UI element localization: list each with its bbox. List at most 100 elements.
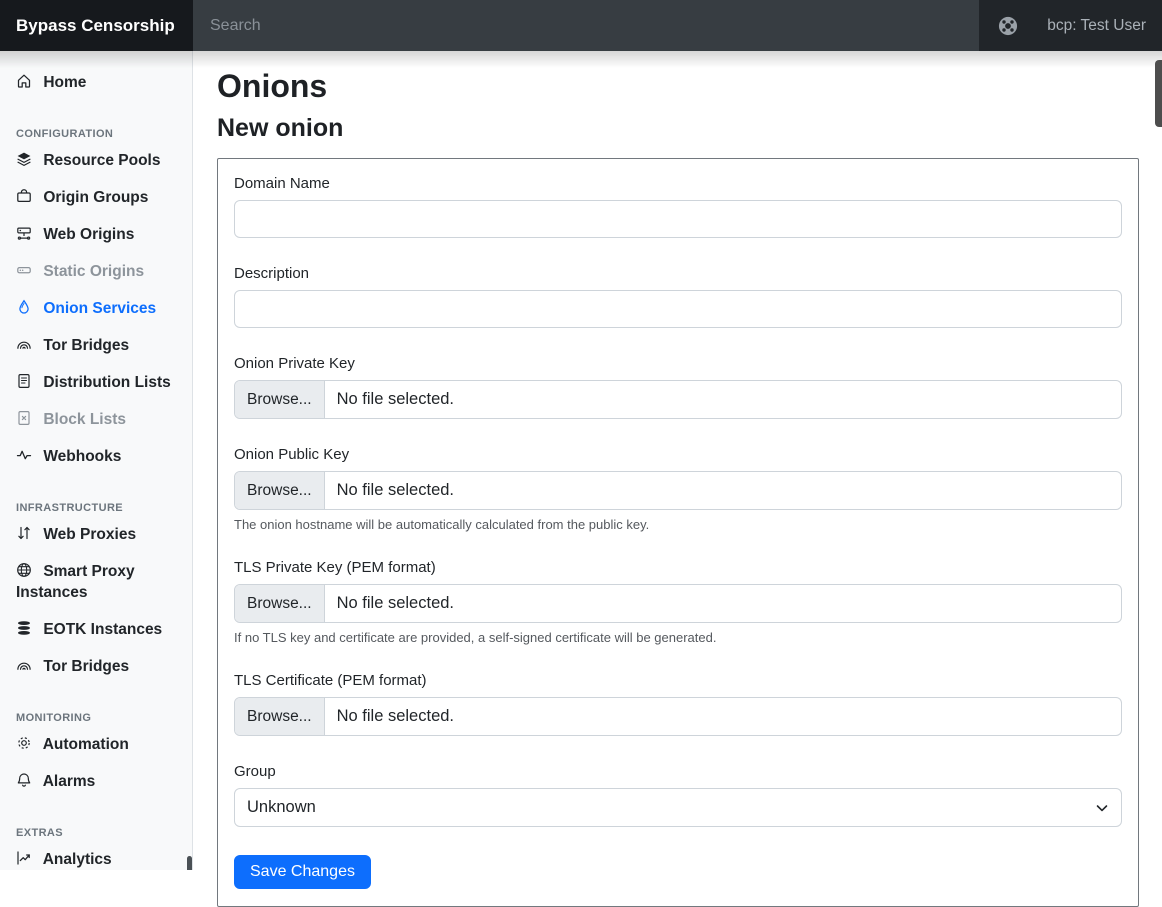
sidebar-item-label: Distribution Lists — [43, 374, 170, 391]
sidebar-item-alarms[interactable]: Alarms — [0, 763, 192, 800]
arrow-down-up-icon — [16, 525, 32, 541]
description-input[interactable] — [234, 290, 1122, 328]
briefcase-icon — [16, 188, 32, 204]
browse-button[interactable]: Browse... — [235, 698, 325, 735]
file-status-text: No file selected. — [325, 698, 466, 735]
new-onion-form-card: Domain Name Description Onion Private Ke… — [217, 158, 1139, 907]
file-status-text: No file selected. — [325, 585, 466, 622]
sidebar-item-distribution-lists[interactable]: Distribution Lists — [0, 364, 192, 401]
life-preserver-icon[interactable] — [997, 15, 1019, 37]
file-status-text: No file selected. — [325, 472, 466, 509]
user-menu[interactable]: bcp: Test User — [1047, 17, 1146, 35]
group-select-value: Unknown — [247, 798, 316, 817]
sidebar-item-webhooks[interactable]: Webhooks — [0, 438, 192, 475]
sidebar-item-onion-services[interactable]: Onion Services — [0, 290, 192, 327]
sidebar-item-label: Web Origins — [43, 226, 134, 243]
onion-public-key-label: Onion Public Key — [234, 446, 1122, 463]
sidebar-item-label: Alarms — [43, 773, 96, 790]
rainbow-icon — [16, 336, 32, 352]
sidebar-item-label: Analytics — [43, 851, 112, 868]
sidebar-item-static-origins[interactable]: Static Origins — [0, 253, 192, 290]
hdd-network-icon — [16, 225, 32, 241]
rainbow-icon — [16, 657, 32, 673]
sidebar-item-home[interactable]: Home — [0, 64, 192, 101]
file-x-icon — [16, 410, 32, 426]
file-status-text: No file selected. — [325, 381, 466, 418]
browse-button[interactable]: Browse... — [235, 585, 325, 622]
tls-private-key-help: If no TLS key and certificate are provid… — [234, 630, 1122, 645]
sidebar-item-tor-bridges[interactable]: Tor Bridges — [0, 327, 192, 364]
sidebar-item-label: Tor Bridges — [43, 337, 129, 354]
droplet-icon — [16, 299, 32, 315]
bell-icon — [16, 772, 32, 788]
sidebar-item-label: Tor Bridges — [43, 658, 129, 675]
page-title: Onions — [217, 68, 1139, 105]
gear-icon — [16, 735, 32, 751]
sidebar-item-tor-bridges-2[interactable]: Tor Bridges — [0, 648, 192, 685]
sidebar-item-label: Static Origins — [43, 263, 144, 280]
tls-certificate-label: TLS Certificate (PEM format) — [234, 672, 1122, 689]
sidebar-item-analytics[interactable]: Analytics — [0, 841, 192, 870]
sidebar-item-web-proxies[interactable]: Web Proxies — [0, 516, 192, 553]
tls-certificate-file-input[interactable]: Browse... No file selected. — [234, 697, 1122, 736]
domain-name-input[interactable] — [234, 200, 1122, 238]
sidebar-item-block-lists[interactable]: Block Lists — [0, 401, 192, 438]
description-group: Description — [234, 265, 1122, 328]
layers-icon — [16, 151, 32, 167]
tls-private-key-file-input[interactable]: Browse... No file selected. — [234, 584, 1122, 623]
onion-public-key-file-input[interactable]: Browse... No file selected. — [234, 471, 1122, 510]
section-title: New onion — [217, 114, 1139, 143]
sidebar-item-label: Block Lists — [43, 411, 126, 428]
onion-public-key-group: Onion Public Key Browse... No file selec… — [234, 446, 1122, 532]
description-label: Description — [234, 265, 1122, 282]
sidebar-header-extras: EXTRAS — [0, 820, 192, 841]
domain-name-label: Domain Name — [234, 175, 1122, 192]
onion-private-key-file-input[interactable]: Browse... No file selected. — [234, 380, 1122, 419]
sidebar-item-label: Onion Services — [43, 300, 156, 317]
page-scrollbar-thumb[interactable] — [1155, 60, 1162, 127]
browse-button[interactable]: Browse... — [235, 381, 325, 418]
sidebar-header-monitoring: MONITORING — [0, 705, 192, 726]
save-changes-button[interactable]: Save Changes — [234, 855, 371, 889]
group-group: Group Unknown — [234, 763, 1122, 827]
sidebar-item-label: Home — [43, 74, 86, 91]
sidebar-item-label: Web Proxies — [43, 526, 136, 543]
onion-public-key-help: The onion hostname will be automatically… — [234, 517, 1122, 532]
sidebar-item-eotk-instances[interactable]: EOTK Instances — [0, 611, 192, 648]
group-label: Group — [234, 763, 1122, 780]
navbar-right: bcp: Test User — [979, 0, 1162, 51]
hdd-icon — [16, 262, 32, 278]
tls-private-key-label: TLS Private Key (PEM format) — [234, 559, 1122, 576]
sidebar-header-configuration: CONFIGURATION — [0, 121, 192, 142]
sidebar-item-smart-proxy-instances[interactable]: Smart Proxy Instances — [0, 553, 192, 611]
browse-button[interactable]: Browse... — [235, 472, 325, 509]
search-input[interactable] — [193, 0, 979, 51]
group-select[interactable]: Unknown — [234, 788, 1122, 827]
activity-icon — [16, 447, 32, 463]
database-icon — [16, 620, 32, 636]
main-content: Onions New onion Domain Name Description… — [193, 51, 1162, 907]
file-text-icon — [16, 373, 32, 389]
tls-certificate-group: TLS Certificate (PEM format) Browse... N… — [234, 672, 1122, 736]
chevron-down-icon — [1094, 800, 1110, 816]
sidebar: Home CONFIGURATION Resource Pools Origin… — [0, 51, 193, 870]
sidebar-item-label: Resource Pools — [43, 152, 160, 169]
house-icon — [16, 73, 32, 89]
sidebar-scrollbar-thumb[interactable] — [187, 856, 192, 870]
sidebar-item-resource-pools[interactable]: Resource Pools — [0, 142, 192, 179]
sidebar-item-label: Webhooks — [43, 448, 121, 465]
brand[interactable]: Bypass Censorship — [0, 0, 193, 51]
sidebar-item-origin-groups[interactable]: Origin Groups — [0, 179, 192, 216]
tls-private-key-group: TLS Private Key (PEM format) Browse... N… — [234, 559, 1122, 645]
graph-up-icon — [16, 850, 32, 866]
sidebar-item-label: EOTK Instances — [43, 621, 162, 638]
sidebar-item-web-origins[interactable]: Web Origins — [0, 216, 192, 253]
sidebar-item-label: Smart Proxy Instances — [16, 563, 135, 601]
sidebar-item-automation[interactable]: Automation — [0, 726, 192, 763]
globe-icon — [16, 562, 32, 578]
onion-private-key-group: Onion Private Key Browse... No file sele… — [234, 355, 1122, 419]
top-navbar: Bypass Censorship bcp: Test User — [0, 0, 1162, 51]
onion-private-key-label: Onion Private Key — [234, 355, 1122, 372]
domain-name-group: Domain Name — [234, 175, 1122, 238]
sidebar-header-infrastructure: INFRASTRUCTURE — [0, 495, 192, 516]
